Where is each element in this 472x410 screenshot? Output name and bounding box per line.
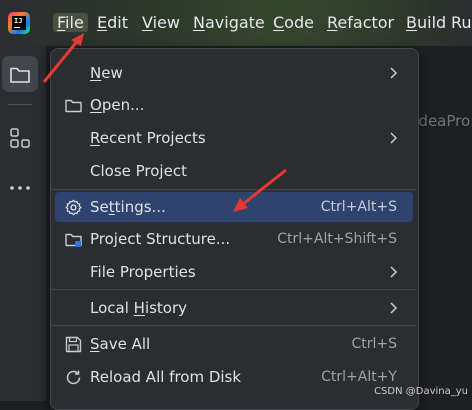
menu-separator bbox=[51, 289, 416, 290]
chevron-right-icon bbox=[390, 132, 398, 144]
chevron-right-icon bbox=[390, 67, 398, 79]
more-tools-icon[interactable] bbox=[8, 176, 32, 200]
menu-item-reload-all[interactable]: Reload All from Disk Ctrl+Alt+Y bbox=[55, 362, 413, 392]
menu-refactor[interactable]: Refactor bbox=[327, 13, 394, 32]
menu-separator bbox=[51, 189, 416, 190]
structure-icon[interactable] bbox=[8, 126, 32, 150]
menu-item-save-all[interactable]: Save All Ctrl+S bbox=[55, 329, 413, 359]
menu-file[interactable]: File bbox=[53, 13, 88, 32]
gear-icon bbox=[65, 199, 82, 216]
main-menu-bar: IJ File Edit View Navigate Code Refactor… bbox=[0, 0, 472, 46]
chevron-right-icon bbox=[390, 266, 398, 278]
menu-separator bbox=[51, 325, 416, 326]
menu-edit[interactable]: Edit bbox=[97, 13, 128, 32]
menu-item-recent-projects[interactable]: Recent Projects bbox=[55, 123, 413, 153]
shortcut-label: Ctrl+Alt+Shift+S bbox=[277, 231, 397, 247]
folder-icon bbox=[65, 99, 82, 113]
menu-navigate[interactable]: Navigate bbox=[193, 13, 265, 32]
project-structure-icon bbox=[65, 233, 82, 247]
menu-code[interactable]: Code bbox=[273, 13, 314, 32]
reload-icon bbox=[66, 370, 81, 385]
chevron-right-icon bbox=[390, 302, 398, 314]
menu-item-open[interactable]: Open... bbox=[55, 90, 413, 120]
save-icon bbox=[65, 336, 82, 353]
menu-item-local-history[interactable]: Local History bbox=[55, 293, 413, 323]
file-menu-popup: New Open... Recent Projects Close Projec… bbox=[50, 48, 419, 410]
shortcut-label: Ctrl+Alt+Y bbox=[321, 369, 397, 385]
watermark-text: CSDN @Davina_yu bbox=[374, 386, 468, 397]
menu-build[interactable]: Build bbox=[406, 13, 446, 32]
logo-text: IJ bbox=[12, 16, 26, 30]
menu-item-new[interactable]: New bbox=[55, 58, 413, 88]
menu-item-project-structure[interactable]: Project Structure... Ctrl+Alt+Shift+S bbox=[55, 224, 413, 254]
menu-item-settings[interactable]: Settings... Ctrl+Alt+S bbox=[55, 192, 413, 222]
tool-window-sidebar bbox=[0, 46, 47, 401]
sidebar-divider bbox=[8, 104, 32, 105]
shortcut-label: Ctrl+Alt+S bbox=[320, 199, 397, 215]
menu-item-close-project[interactable]: Close Project bbox=[55, 156, 413, 186]
folder-icon bbox=[10, 67, 30, 83]
menu-item-file-properties[interactable]: File Properties bbox=[55, 257, 413, 287]
editor-background-text: IdeaPro bbox=[414, 112, 471, 130]
project-tool-button[interactable] bbox=[2, 56, 38, 92]
intellij-logo-icon[interactable]: IJ bbox=[8, 12, 30, 34]
menu-run[interactable]: Ru bbox=[451, 13, 472, 32]
shortcut-label: Ctrl+S bbox=[351, 336, 397, 352]
menu-view[interactable]: View bbox=[142, 13, 180, 32]
